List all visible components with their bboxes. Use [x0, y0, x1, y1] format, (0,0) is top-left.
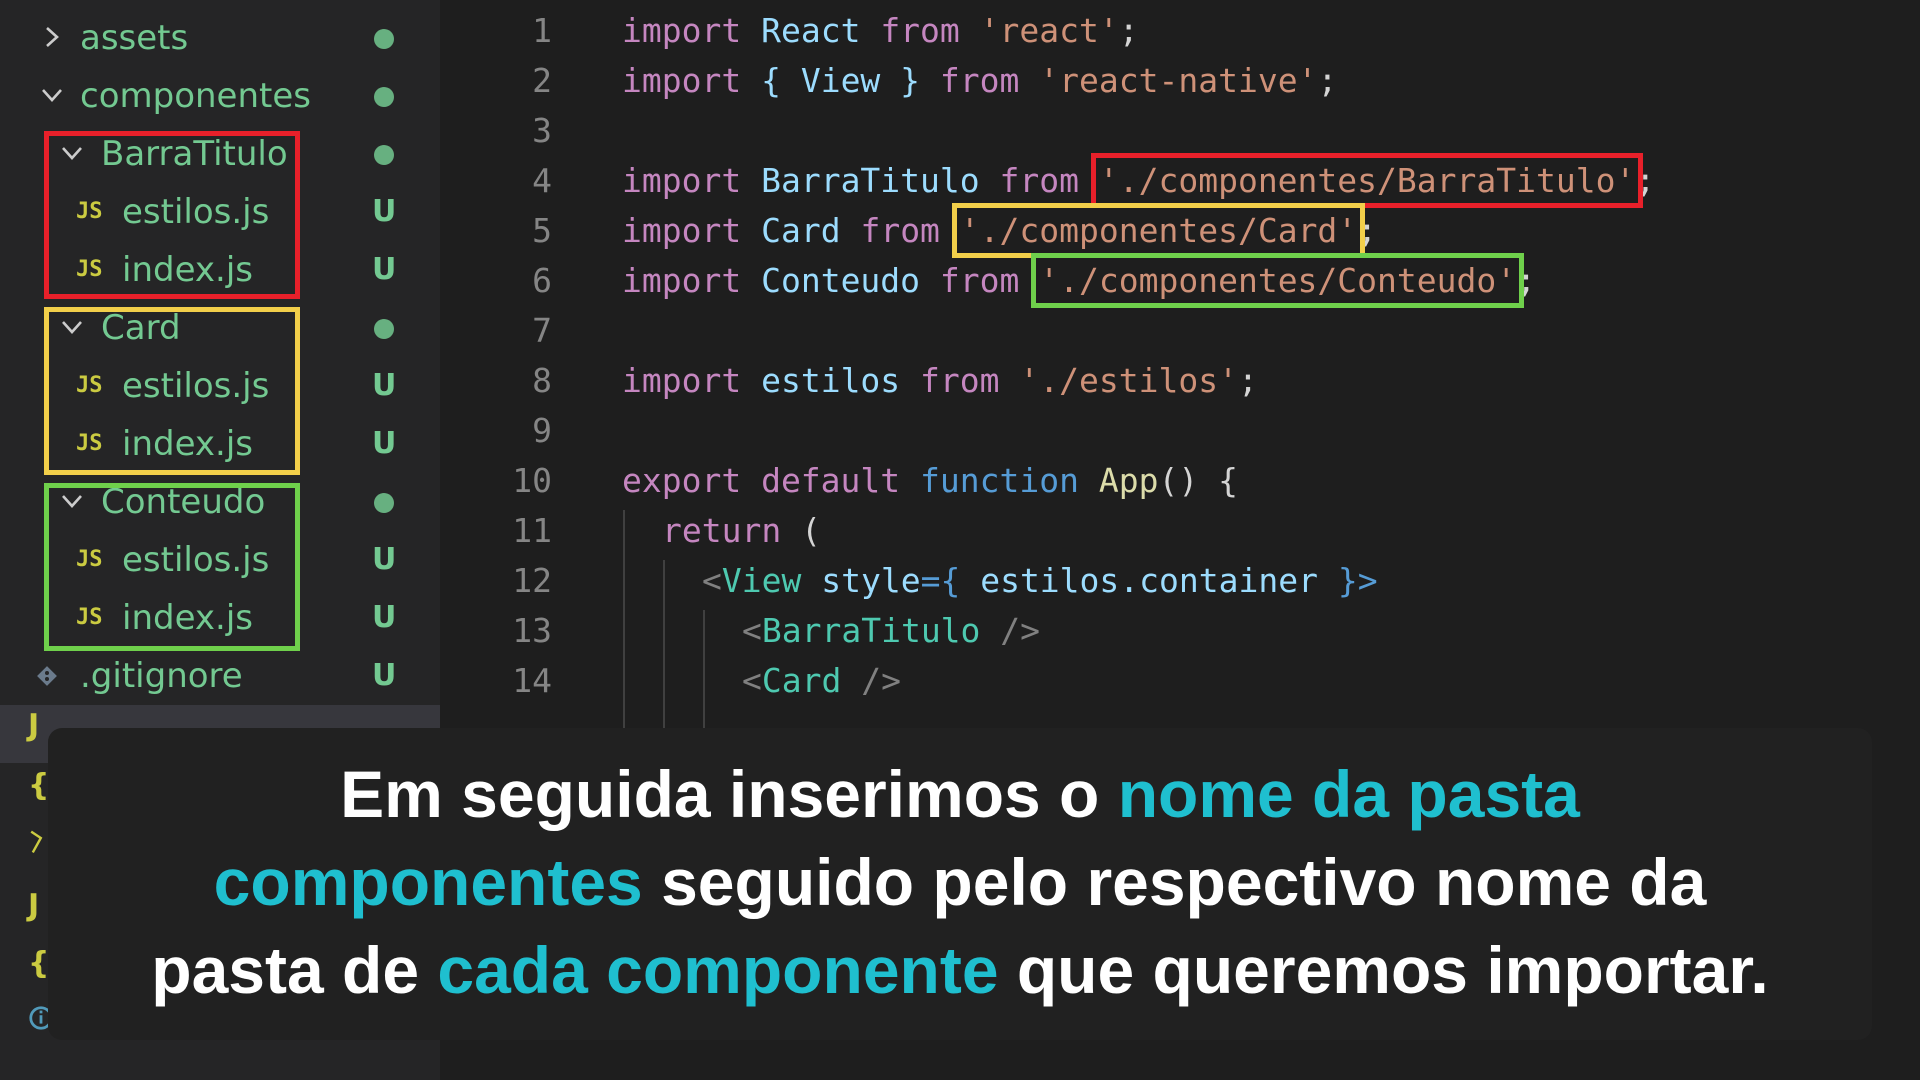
code-line-13: 13 <BarraTitulo />: [440, 606, 1920, 656]
tree-file-card-index[interactable]: JS index.js U: [0, 415, 440, 473]
tree-folder-card[interactable]: Card: [0, 299, 440, 357]
git-untracked-status: U: [372, 194, 397, 229]
import-path-card: './componentes/Card': [951, 203, 1366, 258]
js-file-icon: JS: [76, 257, 103, 282]
code-line-1: 1 import React from 'react';: [440, 6, 1920, 56]
tree-item-label: index.js: [122, 250, 253, 290]
tree-folder-assets[interactable]: assets: [0, 9, 440, 67]
line-number: 3: [532, 111, 552, 150]
tree-item-label: index.js: [122, 424, 253, 464]
code-line-7: 7: [440, 306, 1920, 356]
js-file-icon: J: [28, 888, 40, 923]
tree-folder-componentes[interactable]: componentes: [0, 67, 440, 125]
code-line-11: 11 return (: [440, 506, 1920, 556]
tree-file-barratitulo-index[interactable]: JS index.js U: [0, 241, 440, 299]
code-line-4: 4 import BarraTitulo from './componentes…: [440, 153, 1920, 208]
tree-item-label: estilos.js: [122, 540, 270, 580]
line-number: 12: [512, 561, 552, 600]
git-untracked-status: U: [372, 252, 397, 287]
tree-file-conteudo-index[interactable]: JS index.js U: [0, 589, 440, 647]
git-modified-dot: [374, 319, 394, 339]
code-line-6: 6 import Conteudo from './componentes/Co…: [440, 253, 1920, 308]
code-line-12: 12 <View style={ estilos.container }>: [440, 556, 1920, 606]
line-number: 11: [512, 511, 552, 550]
code-line-10: 10 export default function App() {: [440, 456, 1920, 506]
tree-item-label: componentes: [80, 76, 311, 116]
caption-line-1: Em seguida inserimos o nome da pasta: [340, 757, 1580, 831]
tree-item-label: estilos.js: [122, 192, 270, 232]
line-number: 9: [532, 411, 552, 450]
import-path-barratitulo: './componentes/BarraTitulo': [1090, 153, 1644, 208]
code-line-14: 14 <Card />: [440, 656, 1920, 706]
line-number: 6: [532, 261, 552, 300]
tree-folder-conteudo[interactable]: Conteudo: [0, 473, 440, 531]
json-file-icon: {: [28, 768, 50, 803]
tree-file-gitignore[interactable]: .gitignore U: [0, 647, 440, 705]
tree-folder-barratitulo[interactable]: BarraTitulo: [0, 125, 440, 183]
git-file-icon: [36, 665, 58, 687]
line-number: 4: [532, 161, 552, 200]
tree-item-label: Card: [101, 308, 181, 348]
import-path-conteudo: './componentes/Conteudo': [1031, 253, 1525, 308]
line-number: 8: [532, 361, 552, 400]
chevron-right-icon: [38, 23, 66, 51]
git-modified-dot: [374, 493, 394, 513]
tree-file-card-estilos[interactable]: JS estilos.js U: [0, 357, 440, 415]
code-line-9: 9: [440, 406, 1920, 456]
tree-item-label: Conteudo: [101, 482, 266, 522]
git-untracked-status: U: [372, 600, 397, 635]
js-file-icon: JS: [76, 373, 103, 398]
js-file-icon: J: [28, 708, 40, 743]
line-number: 7: [532, 311, 552, 350]
line-number: 1: [532, 11, 552, 50]
js-file-icon: JS: [76, 431, 103, 456]
caption-line-3: pasta de cada componente que queremos im…: [151, 933, 1769, 1007]
git-untracked-status: U: [372, 658, 397, 693]
chevron-down-icon: [38, 81, 66, 109]
tree-item-label: index.js: [122, 598, 253, 638]
chevron-down-icon: [58, 139, 86, 167]
line-number: 10: [512, 461, 552, 500]
git-untracked-status: U: [372, 542, 397, 577]
code-line-5: 5 import Card from './componentes/Card';: [440, 203, 1920, 258]
tree-item-label: .gitignore: [80, 656, 243, 696]
caption-line-2: componentes seguido pelo respectivo nome…: [213, 845, 1707, 919]
tree-item-label: estilos.js: [122, 366, 270, 406]
git-modified-dot: [374, 29, 394, 49]
caption-overlay: Em seguida inserimos o nome da pasta com…: [48, 728, 1872, 1040]
code-line-3: 3: [440, 106, 1920, 156]
tree-file-barratitulo-estilos[interactable]: JS estilos.js U: [0, 183, 440, 241]
git-untracked-status: U: [372, 368, 397, 403]
line-number: 13: [512, 611, 552, 650]
line-number: 5: [532, 211, 552, 250]
tree-item-label: assets: [80, 18, 189, 58]
chevron-down-icon: [58, 487, 86, 515]
code-line-8: 8 import estilos from './estilos';: [440, 356, 1920, 406]
git-untracked-status: U: [372, 426, 397, 461]
js-file-icon: JS: [76, 199, 103, 224]
git-modified-dot: [374, 145, 394, 165]
json-file-icon: {: [28, 946, 50, 981]
line-number: 14: [512, 661, 552, 700]
js-file-icon: JS: [76, 547, 103, 572]
tree-item-label: BarraTitulo: [101, 134, 288, 174]
babel-file-icon: [28, 828, 44, 864]
tree-file-conteudo-estilos[interactable]: JS estilos.js U: [0, 531, 440, 589]
code-line-2: 2 import { View } from 'react-native';: [440, 56, 1920, 106]
js-file-icon: JS: [76, 605, 103, 630]
chevron-down-icon: [58, 313, 86, 341]
line-number: 2: [532, 61, 552, 100]
git-modified-dot: [374, 87, 394, 107]
